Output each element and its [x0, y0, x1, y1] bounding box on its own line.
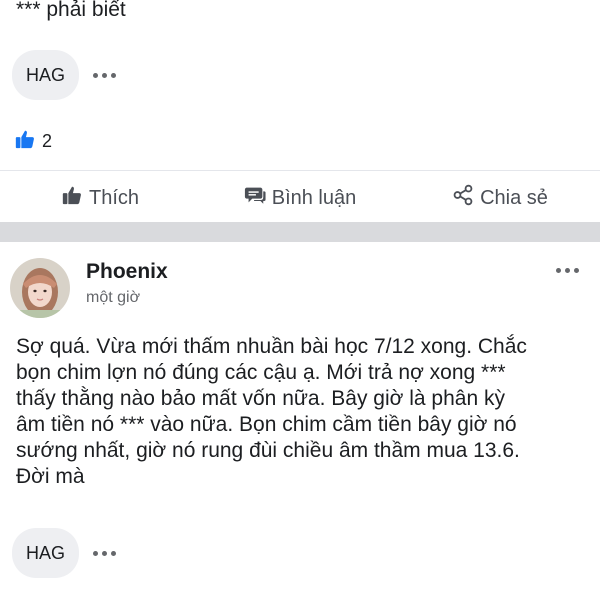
- like-button[interactable]: Thích: [0, 184, 200, 212]
- previous-tag-more-icon[interactable]: [93, 72, 117, 78]
- comment-button-label: Bình luận: [271, 186, 357, 209]
- divider: [0, 170, 600, 171]
- share-icon: [452, 184, 474, 212]
- post-tag-row: HAG: [12, 528, 117, 578]
- avatar[interactable]: [10, 258, 70, 318]
- hag-tag-chip[interactable]: HAG: [12, 50, 80, 100]
- comment-icon: [244, 184, 266, 212]
- previous-post-tag-row: HAG: [12, 50, 117, 100]
- post-tag-more-icon[interactable]: [93, 550, 117, 556]
- share-button-label: Chia sẻ: [480, 186, 548, 209]
- thumbs-up-icon: [61, 184, 83, 212]
- post-content: Sợ quá. Vừa mới thấm nhuần bài học 7/12 …: [16, 335, 527, 488]
- like-button-label: Thích: [88, 186, 140, 209]
- post-author-name[interactable]: Phoenix: [86, 260, 168, 284]
- previous-post-text: *** phải biết: [16, 0, 126, 21]
- post-more-options-icon[interactable]: [556, 268, 579, 273]
- post-separator: [0, 222, 600, 242]
- post-action-bar: Thích Bình luận Chia sẻ: [0, 174, 600, 222]
- like-thumb-icon: [14, 128, 36, 155]
- like-summary[interactable]: 2: [14, 128, 52, 155]
- post-timestamp: một giờ: [86, 289, 141, 306]
- hag-tag-chip[interactable]: HAG: [12, 528, 80, 578]
- like-count: 2: [42, 131, 53, 151]
- share-button[interactable]: Chia sẻ: [400, 184, 600, 212]
- comment-button[interactable]: Bình luận: [200, 184, 400, 212]
